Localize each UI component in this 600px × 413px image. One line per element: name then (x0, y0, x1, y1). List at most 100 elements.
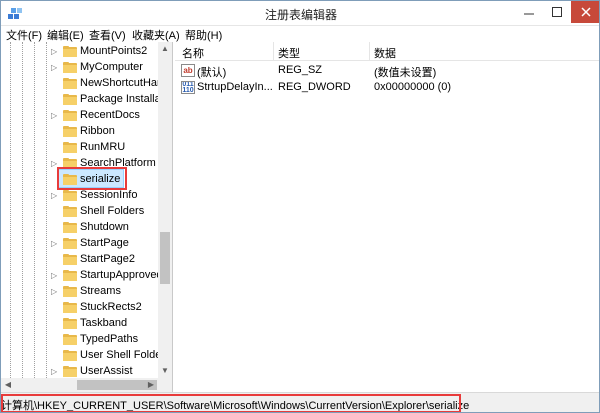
column-divider[interactable] (369, 42, 370, 61)
tree-item-label: StartPage (80, 237, 129, 249)
folder-icon (63, 238, 77, 249)
string-value-icon: ab (181, 64, 195, 77)
tree-guide-line (10, 42, 11, 378)
tree-item-label: MountPoints2 (80, 45, 148, 57)
value-data: 0x00000000 (0) (374, 81, 452, 93)
expand-arrow-icon[interactable]: ▷ (51, 111, 57, 121)
expand-arrow-icon[interactable]: ▷ (51, 191, 57, 201)
folder-icon (63, 78, 77, 89)
tree-item-label: NewShortcutHan (80, 77, 164, 89)
expand-arrow-icon[interactable]: ▷ (51, 63, 57, 73)
tree-item[interactable]: ▷ MyComputer (51, 60, 171, 76)
tree-item[interactable]: TypedPaths (51, 332, 171, 348)
expand-arrow-icon[interactable]: ▷ (51, 47, 57, 57)
value-name: StrtupDelayIn... (197, 81, 273, 93)
values-column-headers: 名称 类型 数据 (175, 42, 599, 61)
menu-view[interactable]: 查看(V) (89, 27, 126, 43)
title-bar: 注册表编辑器 (1, 1, 599, 26)
folder-icon (63, 126, 77, 137)
menu-help[interactable]: 帮助(H) (185, 27, 222, 43)
tree-item-label: SessionInfo (80, 189, 138, 201)
folder-icon (63, 318, 77, 329)
tree-item-label: Package Installat (80, 93, 164, 105)
folder-icon (63, 94, 77, 105)
tree-item[interactable]: ▷ StartupApproved (51, 268, 171, 284)
menu-bar: 文件(F) 编辑(E) 查看(V) 收藏夹(A) 帮助(H) (1, 26, 599, 43)
value-name: (默认) (197, 67, 227, 79)
tree-item[interactable]: Taskband (51, 316, 171, 332)
close-icon (581, 7, 591, 17)
menu-file[interactable]: 文件(F) (6, 27, 42, 43)
menu-edit[interactable]: 编辑(E) (47, 27, 84, 43)
tree-item-label: RecentDocs (80, 109, 140, 121)
folder-icon (63, 254, 77, 265)
tree-item-label: Shutdown (80, 221, 129, 233)
close-button[interactable] (571, 1, 599, 23)
column-header-type[interactable]: 类型 (278, 45, 300, 61)
folder-icon (63, 206, 77, 217)
tree-item-label: UserAssist (80, 365, 133, 377)
tree-item[interactable]: Package Installat (51, 92, 171, 108)
tree-item-label: Shell Folders (80, 205, 145, 217)
window-title: 注册表编辑器 (264, 8, 337, 22)
folder-icon (63, 222, 77, 233)
tree-item-label: Ribbon (80, 125, 115, 137)
folder-icon (63, 142, 77, 153)
tree-item-label: Streams (80, 285, 121, 297)
tree-item[interactable]: NewShortcutHan (51, 76, 171, 92)
scroll-down-icon[interactable]: ▼ (158, 364, 172, 378)
key-tree-pane[interactable]: ▷ MountPoints2 ▷ MyComputer NewShortcutHan Pa… (1, 42, 173, 392)
minimize-icon (524, 13, 534, 15)
folder-icon (63, 46, 77, 57)
value-data: (数值未设置) (374, 67, 437, 79)
tree-item[interactable]: ▷ StartPage (51, 236, 171, 252)
scroll-right-icon[interactable]: ▶ (144, 378, 158, 392)
tree-item[interactable]: Ribbon (51, 124, 171, 140)
tree-horizontal-scrollbar[interactable]: ◀ ▶ (1, 378, 172, 392)
scroll-left-icon[interactable]: ◀ (1, 378, 15, 392)
value-type: REG_SZ (278, 64, 323, 76)
tree-guide-line (46, 42, 47, 378)
folder-icon (63, 190, 77, 201)
expand-arrow-icon[interactable]: ▷ (51, 287, 57, 297)
tree-item[interactable]: Shell Folders (51, 204, 171, 220)
expand-arrow-icon[interactable]: ▷ (51, 239, 57, 249)
tree-item[interactable]: RunMRU (51, 140, 171, 156)
folder-icon (63, 270, 77, 281)
tree-item-label: RunMRU (80, 141, 126, 153)
folder-icon (63, 286, 77, 297)
value-type: REG_DWORD (278, 81, 351, 93)
folder-icon (63, 366, 77, 377)
tree-item[interactable]: ▷ SessionInfo (51, 188, 171, 204)
tree-item-label: MyComputer (80, 61, 143, 73)
folder-icon (63, 62, 77, 73)
tree-item[interactable]: ▷ RecentDocs (51, 108, 171, 124)
expand-arrow-icon[interactable]: ▷ (51, 367, 57, 377)
tree-item[interactable]: Shutdown (51, 220, 171, 236)
minimize-button[interactable] (515, 1, 543, 23)
tree-item[interactable]: ▷ MountPoints2 (51, 44, 171, 60)
tree-guide-line (34, 42, 35, 378)
tree-item-label: StartupApproved (80, 269, 163, 281)
value-row[interactable]: 011 110 StrtupDelayIn... REG_DWORD 0x000… (175, 79, 599, 96)
maximize-icon (552, 7, 562, 17)
menu-favorites[interactable]: 收藏夹(A) (132, 27, 180, 43)
column-header-name[interactable]: 名称 (182, 45, 204, 61)
tree-item-label: User Shell Folder (80, 349, 165, 361)
tree-item[interactable]: User Shell Folder (51, 348, 171, 364)
values-list-pane[interactable]: 名称 类型 数据 ab (默认) REG_SZ (数值未设置) 011 110 … (175, 42, 599, 392)
tree-vertical-scroll-thumb[interactable] (160, 232, 170, 284)
status-path-annotation-box (1, 394, 461, 412)
registry-editor-window: 注册表编辑器 文件(F) 编辑(E) 查看(V) 收藏夹(A) 帮助(H) ▷ M… (0, 0, 600, 413)
tree-item[interactable]: StuckRects2 (51, 300, 171, 316)
column-divider[interactable] (273, 42, 274, 61)
tree-item[interactable]: StartPage2 (51, 252, 171, 268)
folder-icon (63, 350, 77, 361)
scroll-up-icon[interactable]: ▲ (158, 42, 172, 56)
column-header-data[interactable]: 数据 (374, 45, 396, 61)
tree-vertical-scrollbar[interactable]: ▲ ▼ (158, 42, 172, 378)
maximize-button[interactable] (543, 1, 571, 23)
tree-item[interactable]: ▷ Streams (51, 284, 171, 300)
expand-arrow-icon[interactable]: ▷ (51, 271, 57, 281)
value-row[interactable]: ab (默认) REG_SZ (数值未设置) (175, 62, 599, 79)
